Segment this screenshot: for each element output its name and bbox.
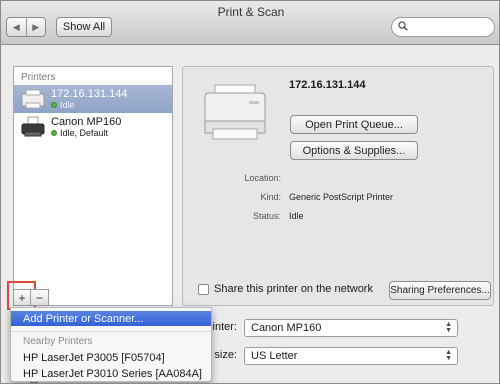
chevron-left-icon: ◀ xyxy=(12,21,20,32)
printer-status: Idle xyxy=(51,100,127,111)
menu-separator xyxy=(11,331,211,332)
printer-list[interactable]: Printers 172.16.131.144 Idle Canon MP160… xyxy=(13,66,173,306)
back-button[interactable]: ◀ xyxy=(7,18,26,36)
select-arrows-icon: ▲ ▼ xyxy=(445,321,452,334)
nearby-printer-item[interactable]: HP LaserJet P3005 [F05704] xyxy=(11,350,211,365)
printer-status: Idle, Default xyxy=(51,128,121,139)
options-supplies-button[interactable]: Options & Supplies... xyxy=(290,141,418,160)
printer-name: Canon MP160 xyxy=(51,115,122,128)
status-value: Idle xyxy=(289,211,304,221)
printer-large-icon xyxy=(204,84,266,140)
printer-icon xyxy=(21,89,45,109)
default-paper-value: US Letter xyxy=(251,350,298,362)
printer-text: 172.16.131.144 Idle xyxy=(51,88,127,111)
add-printer-or-scanner-item[interactable]: Add Printer or Scanner... xyxy=(11,311,211,326)
remove-printer-button[interactable]: − xyxy=(31,289,49,306)
printer-list-item[interactable]: 172.16.131.144 Idle xyxy=(14,85,172,113)
show-all-button[interactable]: Show All xyxy=(56,17,112,37)
printer-text: Canon MP160 Idle, Default xyxy=(51,116,121,139)
nearby-printers-header: Nearby Printers xyxy=(23,336,93,347)
search-icon xyxy=(398,21,408,31)
default-printer-value: Canon MP160 xyxy=(251,322,322,334)
share-printer-row: Share this printer on the network xyxy=(198,283,373,295)
kind-value: Generic PostScript Printer xyxy=(289,192,394,202)
share-printer-label: Share this printer on the network xyxy=(214,283,373,295)
title-bar: Print & Scan ◀ ▶ Show All xyxy=(1,1,499,45)
add-printer-menu: Add Printer or Scanner... Nearby Printer… xyxy=(10,307,212,382)
search-input[interactable] xyxy=(391,17,495,37)
status-dot-icon xyxy=(51,130,57,136)
sharing-preferences-button[interactable]: Sharing Preferences... xyxy=(389,281,491,300)
printer-status-text: Idle xyxy=(60,99,75,110)
forward-button[interactable]: ▶ xyxy=(25,18,46,36)
inkjet-printer-icon xyxy=(21,116,45,137)
add-printer-button[interactable]: + xyxy=(13,289,31,306)
printer-list-header: Printers xyxy=(21,72,56,83)
printer-detail-panel: 172.16.131.144 Open Print Queue... Optio… xyxy=(182,66,494,306)
status-dot-icon xyxy=(51,102,57,108)
kind-label: Kind: xyxy=(260,192,281,202)
select-arrows-icon: ▲ ▼ xyxy=(445,349,452,362)
print-scan-window: Print & Scan ◀ ▶ Show All Printers 172.1… xyxy=(0,0,500,384)
printer-status-text: Idle, Default xyxy=(60,127,109,138)
printer-list-item[interactable]: Canon MP160 Idle, Default xyxy=(14,113,172,141)
nav-buttons: ◀ ▶ xyxy=(6,17,46,37)
share-printer-checkbox[interactable] xyxy=(198,283,209,295)
printer-title: 172.16.131.144 xyxy=(289,79,366,91)
open-print-queue-button[interactable]: Open Print Queue... xyxy=(290,115,418,134)
list-buttons: + − xyxy=(13,289,49,308)
default-printer-select[interactable]: Canon MP160 ▲ ▼ xyxy=(244,319,458,337)
printer-name: 172.16.131.144 xyxy=(51,87,128,100)
location-label: Location: xyxy=(244,173,281,183)
nearby-printer-item[interactable]: HP LaserJet P3010 Series [AA084A] xyxy=(11,366,211,381)
default-paper-select[interactable]: US Letter ▲ ▼ xyxy=(244,347,458,365)
status-label: Status: xyxy=(252,211,281,221)
chevron-right-icon: ▶ xyxy=(32,21,40,32)
